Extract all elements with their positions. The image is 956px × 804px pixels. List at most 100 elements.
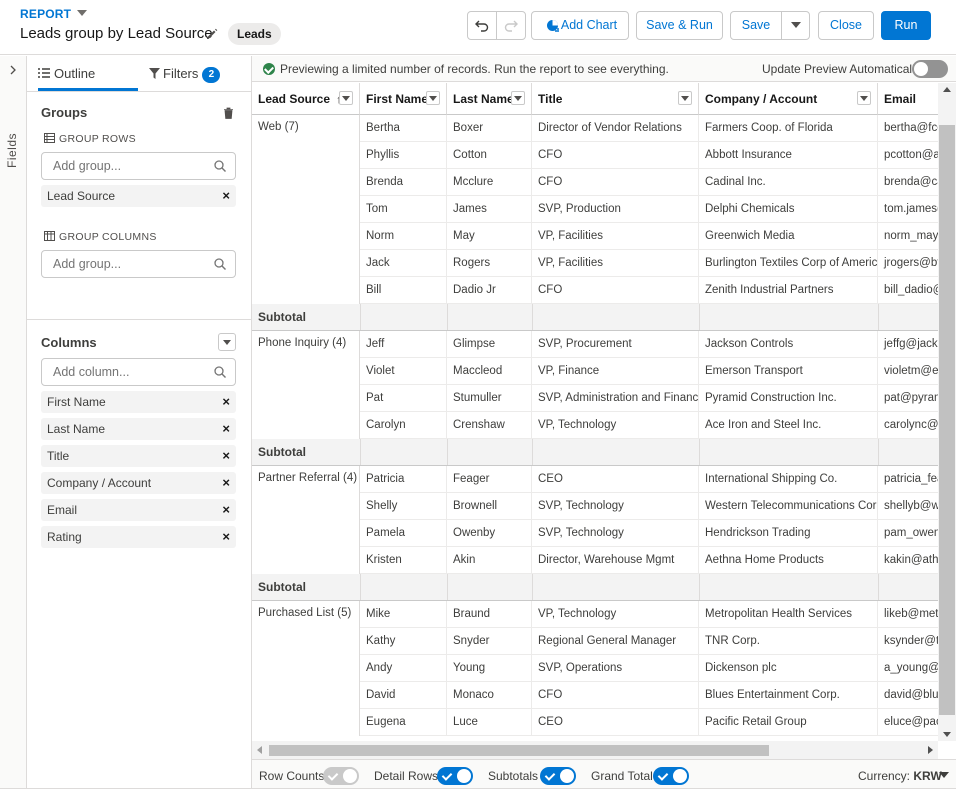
group-row-chip[interactable]: Lead Source ×: [41, 185, 236, 207]
table-cell: James: [447, 196, 532, 223]
grand-total-label: Grand Total: [591, 769, 653, 783]
column-chip[interactable]: Company / Account ×: [41, 472, 236, 494]
close-icon[interactable]: ×: [222, 391, 230, 413]
close-icon[interactable]: ×: [222, 472, 230, 494]
scroll-up-icon[interactable]: [943, 87, 951, 92]
table-cell: CFO: [532, 169, 699, 196]
section-divider: [27, 319, 251, 320]
group-rows-search-input[interactable]: Add group...: [41, 152, 236, 180]
close-icon[interactable]: ×: [222, 418, 230, 440]
columns-menu-button[interactable]: [218, 333, 236, 351]
table-cell: Bill: [360, 277, 447, 304]
column-header-label: Company / Account: [705, 92, 818, 106]
table-cell: norm_may(: [878, 223, 938, 250]
cell-divider: [532, 304, 533, 330]
group-columns-search-input[interactable]: Add group...: [41, 250, 236, 278]
scroll-right-icon[interactable]: [928, 746, 933, 754]
fields-rail[interactable]: Fields: [0, 56, 27, 788]
close-icon[interactable]: ×: [222, 445, 230, 467]
column-header[interactable]: Company / Account: [699, 83, 878, 115]
horizontal-scrollbar[interactable]: [252, 741, 938, 759]
table-cell: Carolyn: [360, 412, 447, 439]
search-icon: [214, 160, 226, 172]
update-preview-toggle[interactable]: [912, 60, 948, 78]
table-cell: david@blue: [878, 682, 938, 709]
tab-outline-label: Outline: [54, 66, 96, 81]
table-cell: CFO: [532, 682, 699, 709]
table-cell: Crenshaw: [447, 412, 532, 439]
column-menu-icon[interactable]: [426, 91, 440, 105]
pencil-icon[interactable]: [205, 27, 219, 41]
grand-total-toggle[interactable]: [653, 767, 689, 785]
cell-divider: [532, 439, 533, 465]
subtotal-row: Subtotal: [252, 304, 938, 331]
row-counts-label: Row Counts: [259, 769, 325, 783]
scroll-left-icon[interactable]: [257, 746, 262, 754]
cell-divider: [878, 304, 879, 330]
column-chip-label: First Name: [47, 395, 106, 409]
table-cell: Jackson Controls: [699, 331, 878, 358]
currency-value[interactable]: KRW: [913, 769, 941, 783]
trash-icon[interactable]: [223, 107, 234, 119]
table-cell: Andy: [360, 655, 447, 682]
table-cell: Feager: [447, 466, 532, 493]
column-chip[interactable]: First Name ×: [41, 391, 236, 413]
table-cell: VP, Facilities: [532, 223, 699, 250]
table-cell: Owenby: [447, 520, 532, 547]
search-icon: [214, 258, 226, 270]
save-and-run-button[interactable]: Save & Run: [636, 11, 723, 40]
column-menu-icon[interactable]: [857, 91, 871, 105]
tab-filters[interactable]: Filters 2: [149, 56, 221, 92]
vertical-scrollbar[interactable]: [938, 83, 956, 741]
table-cell: Zenith Industrial Partners: [699, 277, 878, 304]
chevron-down-icon[interactable]: [939, 772, 949, 778]
close-icon[interactable]: ×: [222, 526, 230, 548]
table-cell: Rogers: [447, 250, 532, 277]
report-type-menu[interactable]: REPORT: [20, 7, 88, 21]
column-menu-icon[interactable]: [511, 91, 525, 105]
column-header[interactable]: Email: [878, 83, 938, 115]
undo-button[interactable]: [467, 11, 497, 40]
column-chip[interactable]: Rating ×: [41, 526, 236, 548]
table-cell: Brenda: [360, 169, 447, 196]
scroll-down-icon[interactable]: [943, 732, 951, 737]
close-icon[interactable]: ×: [222, 185, 230, 207]
table-cell: Aethna Home Products: [699, 547, 878, 574]
report-table: Lead Source ↑ First Name Last Name Title Com…: [252, 83, 938, 741]
scroll-thumb[interactable]: [939, 125, 955, 715]
close-button[interactable]: Close: [818, 11, 874, 40]
redo-button[interactable]: [496, 11, 526, 40]
scroll-thumb[interactable]: [269, 745, 769, 756]
table-cell: Shelly: [360, 493, 447, 520]
column-menu-icon[interactable]: [678, 91, 692, 105]
undo-icon: [475, 20, 489, 32]
table-cell: CFO: [532, 277, 699, 304]
column-header[interactable]: Title: [532, 83, 699, 115]
column-menu-icon[interactable]: [339, 91, 353, 105]
close-icon[interactable]: ×: [222, 499, 230, 521]
column-chip[interactable]: Email ×: [41, 499, 236, 521]
table-cell: Ace Iron and Steel Inc.: [699, 412, 878, 439]
cell-divider: [447, 439, 448, 465]
columns-search-input[interactable]: Add column...: [41, 358, 236, 386]
add-chart-button[interactable]: Add Chart: [531, 11, 629, 40]
save-button[interactable]: Save: [730, 11, 782, 40]
column-header[interactable]: Lead Source ↑: [252, 83, 360, 115]
tab-outline[interactable]: Outline: [38, 56, 138, 91]
column-header[interactable]: First Name: [360, 83, 447, 115]
run-button[interactable]: Run: [881, 11, 931, 40]
currency-label: Currency: KRW: [858, 769, 942, 783]
column-header[interactable]: Last Name: [447, 83, 532, 115]
column-chip[interactable]: Title ×: [41, 445, 236, 467]
table-cell: Mcclure: [447, 169, 532, 196]
column-chip-label: Email: [47, 503, 78, 517]
detail-rows-toggle[interactable]: [437, 767, 473, 785]
subtotals-toggle[interactable]: [540, 767, 576, 785]
table-cell: pat@pyram: [878, 385, 938, 412]
table-cell: Emerson Transport: [699, 358, 878, 385]
table-cell: Kristen: [360, 547, 447, 574]
row-counts-toggle[interactable]: [323, 767, 359, 785]
save-menu-button[interactable]: [781, 11, 810, 40]
column-chip[interactable]: Last Name ×: [41, 418, 236, 440]
toggle-knob: [457, 769, 471, 783]
